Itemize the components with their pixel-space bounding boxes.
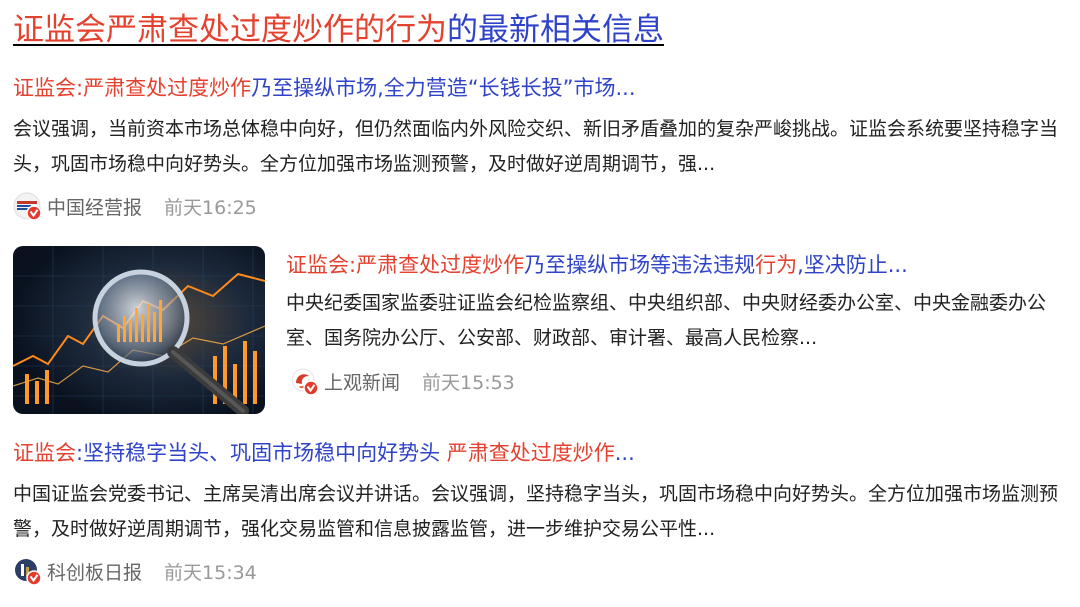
cbj-logo-icon	[13, 192, 42, 221]
source-name[interactable]: 上观新闻	[324, 368, 400, 395]
title-part: 严肃查处过度炒作	[446, 441, 615, 465]
news-item-3-meta: 科创板日报 前天15:34	[13, 557, 257, 586]
source-name[interactable]: 中国经营报	[47, 193, 142, 220]
news-item-3-title[interactable]: 证监会:坚持稳字当头、巩固市场稳中向好势头 严肃查处过度炒作...	[13, 438, 1073, 468]
star-market-daily-logo-icon	[13, 557, 42, 586]
search-result-title[interactable]: 证监会严肃查处过度炒作的行为的最新相关信息	[13, 8, 1073, 52]
source-name[interactable]: 科创板日报	[47, 558, 142, 585]
timestamp: 前天15:34	[164, 561, 257, 584]
magnifier-stock-chart-image	[13, 246, 265, 414]
news-item-1-description: 会议强调，当前资本市场总体稳中向好，但仍然面临内外风险交织、新旧矛盾叠加的复杂严…	[13, 118, 1059, 175]
title-part: 证监会:严肃查处过度炒作	[286, 253, 525, 277]
title-part: 证监会	[13, 441, 76, 465]
title-highlight: 证监会严肃查处过度炒作的行为	[13, 12, 447, 48]
news-item-3-description: 中国证监会党委书记、主席吴清出席会议并讲话。会议强调，坚持稳字当头，巩固市场稳中…	[13, 483, 1059, 540]
title-part: ...	[614, 441, 635, 465]
shobserver-logo-icon	[290, 367, 319, 396]
news-item-1-title[interactable]: 证监会:严肃查处过度炒作乃至操纵市场,全力营造“长钱长投”市场...	[13, 73, 1073, 103]
title-rest: 的最新相关信息	[447, 12, 664, 48]
timestamp: 前天16:25	[164, 196, 257, 219]
news-item-2-thumbnail[interactable]	[13, 246, 265, 414]
timestamp: 前天15:53	[422, 371, 515, 394]
title-part: 乃至操纵市场等违法违规	[524, 253, 756, 277]
news-item-2-description: 中央纪委国家监委驻证监会纪检监察组、中央组织部、中央财经委办公室、中央金融委办公…	[286, 292, 1047, 349]
title-part: 证监会:严肃查处过度炒作	[13, 76, 252, 100]
news-item-2-meta: 上观新闻 前天15:53	[290, 367, 515, 396]
news-item-2-title[interactable]: 证监会:严肃查处过度炒作乃至操纵市场等违法违规行为,坚决防止...	[286, 250, 1076, 280]
title-part: 乃至操纵市场,全力营造“长钱长投”市场...	[251, 76, 636, 100]
title-part: :坚持稳字当头、巩固市场稳中向好势头	[76, 441, 447, 465]
news-item-1-meta: 中国经营报 前天16:25	[13, 192, 257, 221]
title-part: ,坚决防止...	[797, 253, 908, 277]
title-part: 行为	[755, 253, 798, 277]
